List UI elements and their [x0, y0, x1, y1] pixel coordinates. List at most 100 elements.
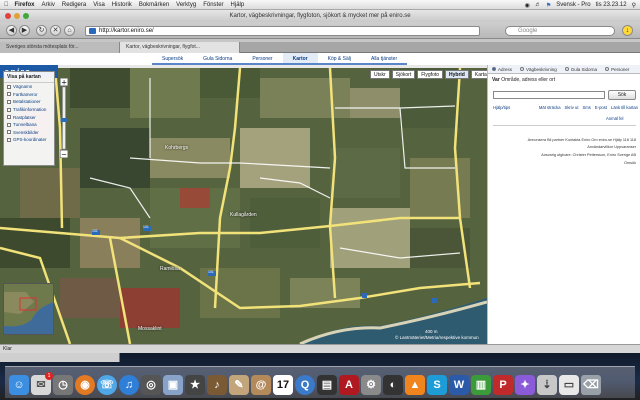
nav-personer[interactable]: Personer [242, 53, 283, 65]
back-button[interactable]: ◀ [6, 25, 17, 36]
report-error-link[interactable]: Anmäl fel [606, 116, 623, 121]
tab-adress[interactable]: Adress [488, 65, 516, 73]
checkbox-icon[interactable] [7, 84, 11, 89]
wifi-icon[interactable]: ◉ [525, 2, 530, 9]
skype-icon[interactable]: S [427, 375, 447, 395]
search-input[interactable]: Google [505, 26, 615, 36]
menu-app-name[interactable]: Firefox [15, 2, 35, 8]
nav-supersok[interactable]: Supersök [152, 53, 194, 65]
downloads-stack-icon[interactable]: ⇣ [537, 375, 557, 395]
calendar-icon[interactable]: 17 [273, 375, 293, 395]
spotify-icon[interactable]: ◎ [141, 375, 161, 395]
checkbox-icon[interactable] [7, 107, 11, 112]
pdf-icon[interactable]: P [493, 375, 513, 395]
finder-icon[interactable]: ☺ [9, 375, 29, 395]
url-field[interactable]: http://kartor.eniro.se/ [85, 26, 480, 36]
checkbox-icon[interactable] [7, 122, 11, 127]
imovie-icon[interactable]: ★ [185, 375, 205, 395]
word-icon[interactable]: W [449, 375, 469, 395]
download-icon[interactable]: ↓ [622, 25, 633, 36]
footer-terms[interactable]: Användarvillkor Uppvaranser [508, 145, 636, 149]
address-book-icon[interactable]: @ [251, 375, 271, 395]
tab-motesplats[interactable]: Sveriges största mötesplats för... [0, 42, 120, 53]
map-link[interactable]: Länk till kartan [611, 105, 638, 110]
nav-kop-salj[interactable]: Köp & Sälj [317, 53, 361, 65]
minimize-icon[interactable] [14, 13, 20, 19]
menu-verktyg[interactable]: Verktyg [176, 2, 196, 8]
map-view[interactable]: Kohrbergs Kullagården Ramlösa Mossaklint… [0, 68, 487, 344]
quicktime-icon[interactable]: Q [295, 375, 315, 395]
checkbox-icon[interactable] [7, 137, 11, 142]
menu-redigera[interactable]: Redigera [62, 2, 86, 8]
measure-link[interactable]: Mät sträcka [539, 105, 561, 110]
menu-arkiv[interactable]: Arkiv [42, 2, 55, 8]
email-link[interactable]: E-post [595, 105, 607, 110]
search-button[interactable]: Sök [608, 90, 636, 100]
firefox-icon[interactable]: ◉ [75, 375, 95, 395]
tab-kartor[interactable]: Kartor, vägbeskrivningar, flygfot... [120, 42, 240, 53]
chart-icon[interactable]: ▥ [471, 375, 491, 395]
menu-hjalp[interactable]: Hjälp [231, 2, 245, 8]
checkbox-icon[interactable] [7, 92, 11, 97]
hybrid-button[interactable]: Hybrid [445, 70, 469, 79]
home-button[interactable]: ⌂ [64, 25, 75, 36]
menu-historik[interactable]: Historik [112, 2, 132, 8]
clock[interactable]: tis 23.23.12 [596, 2, 627, 8]
volume-icon[interactable]: ♬ [535, 2, 541, 8]
layer-vagnamn[interactable]: Vägnamn [4, 83, 54, 91]
documents-stack-icon[interactable]: ▭ [559, 375, 579, 395]
vlc-icon[interactable]: ▲ [405, 375, 425, 395]
mail-icon[interactable]: ✉ 1 [31, 372, 53, 395]
layer-svenskbilder[interactable]: Svenskbilder [4, 129, 54, 137]
clock-icon[interactable]: ◷ [53, 375, 73, 395]
trash-icon[interactable]: ⌫ [581, 375, 601, 395]
layer-tunnelbana[interactable]: Tunnelbana [4, 121, 54, 129]
photoshop-icon[interactable]: ◐ [383, 375, 403, 395]
tab-gula-sidorna[interactable]: Gula Sidorna [561, 65, 601, 73]
forward-button[interactable]: ▶ [19, 25, 30, 36]
footer-links[interactable]: Annonsera Bli partner Kontakta Eniro Om … [508, 138, 636, 142]
layer-betalstationer[interactable]: Betalstationer [4, 98, 54, 106]
menu-bokmarken[interactable]: Bokmärken [139, 2, 169, 8]
flag-icon[interactable]: ⚑ [546, 2, 551, 9]
layer-panel-title[interactable]: Visa på kartan [4, 72, 54, 83]
checkbox-icon[interactable] [7, 99, 11, 104]
tab-vagbeskrivning[interactable]: Vägbeskrivning [516, 65, 561, 73]
zoom-slider[interactable]: + − [60, 78, 68, 158]
overview-minimap[interactable] [3, 283, 54, 335]
preview-icon[interactable]: ✎ [229, 375, 249, 395]
layer-trafikinformation[interactable]: Trafikinformation [4, 106, 54, 114]
zoom-icon[interactable] [23, 13, 29, 19]
app-store-icon[interactable]: ✦ [515, 375, 535, 395]
stop-button[interactable]: ✕ [50, 25, 61, 36]
sms-link[interactable]: Sms [583, 105, 591, 110]
sea-chart-button[interactable]: Sjökort [391, 70, 416, 79]
ichat-icon[interactable]: ☏ [97, 375, 117, 395]
menu-fonster[interactable]: Fönster [203, 2, 223, 8]
garageband-icon[interactable]: ♪ [207, 375, 227, 395]
menu-visa[interactable]: Visa [93, 2, 105, 8]
reload-button[interactable]: ↻ [36, 25, 47, 36]
acrobat-icon[interactable]: A [339, 375, 359, 395]
photobooth-icon[interactable]: ▤ [317, 375, 337, 395]
help-link[interactable]: Hjälp/tips [493, 105, 510, 110]
nav-kartor[interactable]: Kartor [282, 53, 318, 65]
print-map-button[interactable]: Utskr [370, 70, 390, 79]
itunes-icon[interactable]: ♫ [119, 375, 139, 395]
input-source[interactable]: Svensk - Pro [556, 2, 590, 8]
where-input[interactable] [493, 91, 605, 99]
apple-menu-icon[interactable]:  [4, 2, 9, 8]
tab-personer[interactable]: Personer [601, 65, 633, 73]
spotlight-icon[interactable]: ⚲ [632, 2, 636, 9]
checkbox-icon[interactable] [7, 115, 11, 120]
iphoto-icon[interactable]: ▣ [163, 375, 183, 395]
footer-extra[interactable]: Omsök [508, 161, 636, 165]
layer-fartkameror[interactable]: Fartkameror [4, 91, 54, 99]
layer-rastplatser[interactable]: Rastplatser [4, 113, 54, 121]
print-link[interactable]: Skriv ut [565, 105, 579, 110]
nav-alla-tjanster[interactable]: Alla tjänster [360, 53, 408, 65]
layer-gps[interactable]: GPS-koordinater [4, 136, 54, 144]
aerial-button[interactable]: Flygfoto [417, 70, 444, 79]
nav-gula-sidorna[interactable]: Gula Sidorna [193, 53, 243, 65]
checkbox-icon[interactable] [7, 130, 11, 135]
